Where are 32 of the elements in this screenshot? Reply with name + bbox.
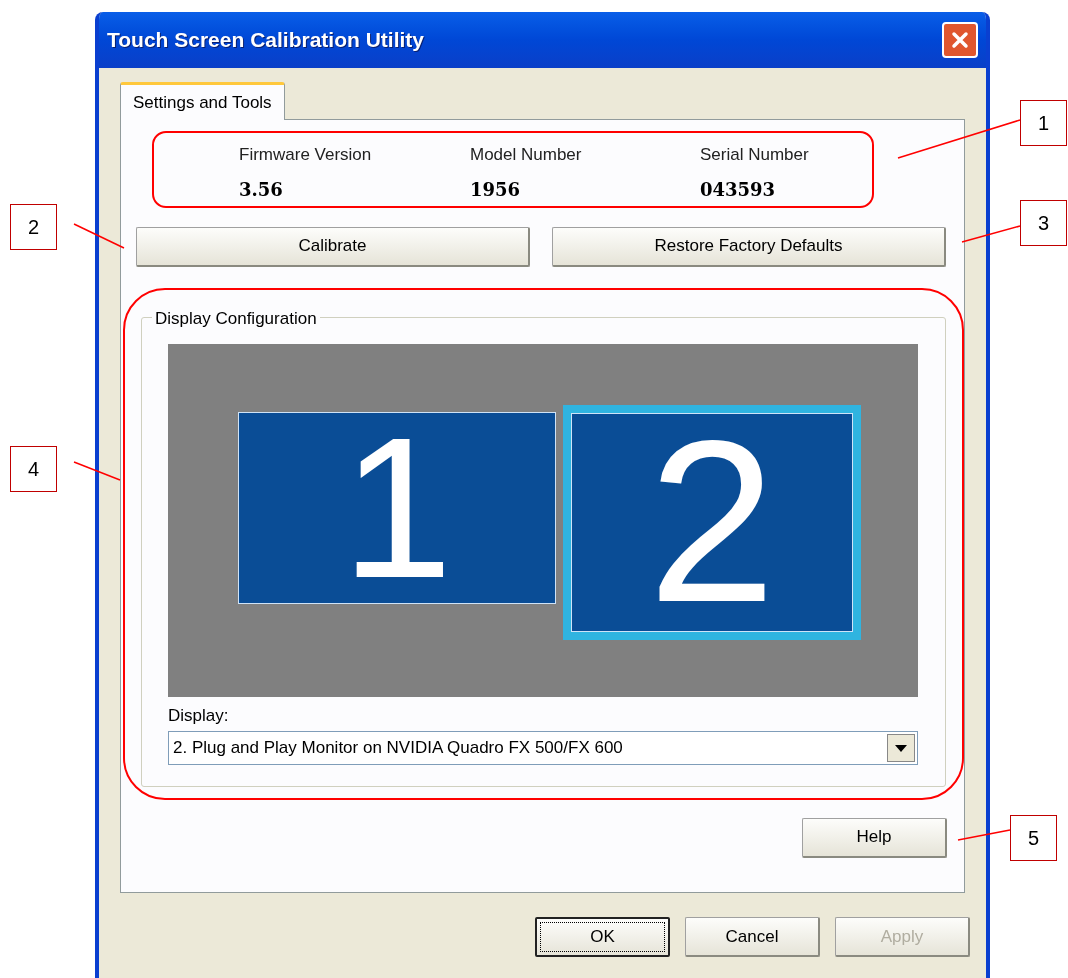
- info-label: Firmware Version: [239, 144, 373, 166]
- help-button[interactable]: Help: [802, 817, 947, 858]
- callout-number: 2: [10, 204, 57, 250]
- dropdown-button[interactable]: [887, 734, 915, 762]
- action-button[interactable]: Calibrate: [136, 226, 530, 267]
- info-value: 1956: [470, 177, 522, 202]
- callout-number: 1: [1020, 100, 1067, 146]
- tab[interactable]: Settings and Tools: [120, 82, 285, 120]
- caret-icon: [895, 744, 907, 752]
- leader-line: [961, 225, 1021, 243]
- callout-number: 3: [1020, 200, 1067, 246]
- monitor-number: 2: [648, 407, 776, 637]
- leader-line: [73, 461, 121, 481]
- info-value: 3.56: [239, 177, 284, 202]
- action-button[interactable]: Restore Factory Defaults: [552, 226, 946, 267]
- monitor-tile[interactable]: 2: [563, 404, 861, 640]
- leader-line: [957, 829, 1011, 841]
- display-select[interactable]: 2. Plug and Play Monitor on NVIDIA Quadro FX 500/FX 600: [168, 731, 918, 765]
- dialog-button[interactable]: Cancel: [685, 917, 820, 957]
- display-label: Display:: [168, 704, 230, 727]
- dialog-button: Apply: [835, 917, 970, 957]
- callout-number: 5: [1010, 815, 1057, 861]
- leader-line: [73, 223, 125, 249]
- info-label: Serial Number: [700, 144, 810, 166]
- monitor-tile[interactable]: 1: [238, 411, 556, 604]
- info-label: Model Number: [470, 144, 583, 166]
- window-title: Touch Screen Calibration Utility: [107, 27, 424, 54]
- dialog-button[interactable]: OK: [535, 917, 670, 957]
- info-value: 043593: [700, 177, 777, 202]
- callout-number: 4: [10, 446, 57, 492]
- close-button[interactable]: [942, 22, 978, 58]
- close-icon: [950, 30, 970, 50]
